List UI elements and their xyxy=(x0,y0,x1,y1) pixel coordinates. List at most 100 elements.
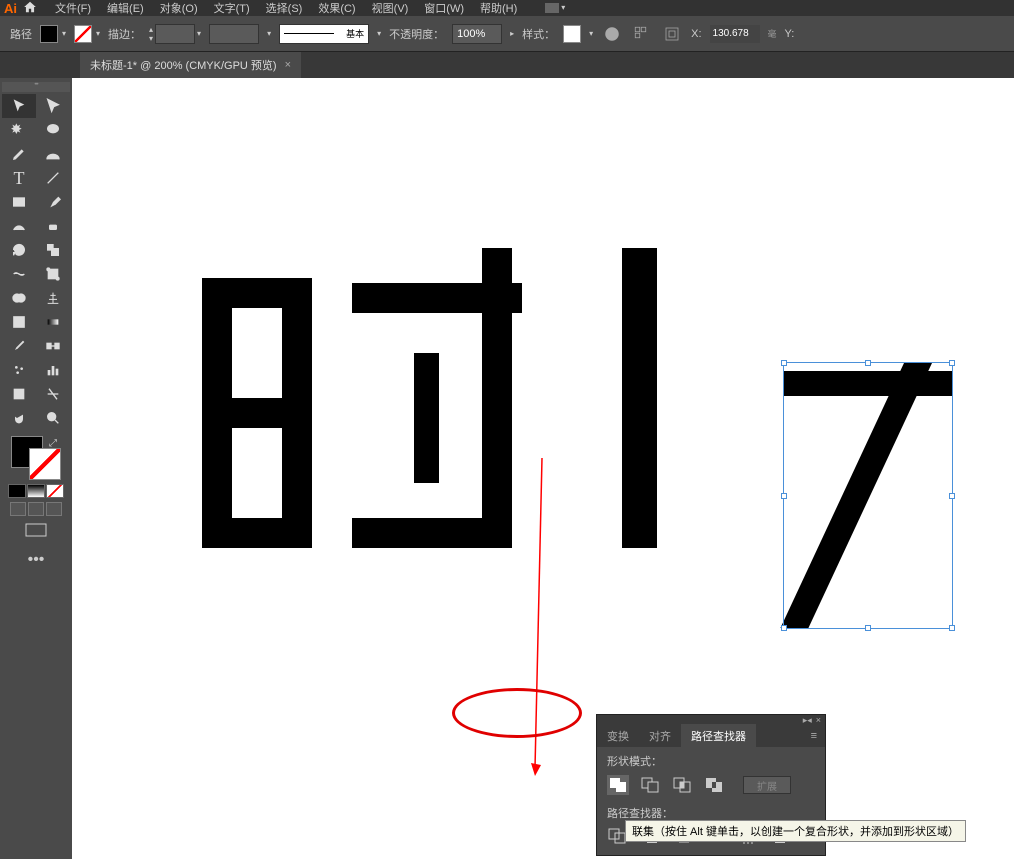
fill-color-swatch[interactable] xyxy=(40,25,58,43)
panel-collapse-icon[interactable]: ▸◂ xyxy=(803,715,812,726)
fill-dropdown-icon[interactable]: ▾ xyxy=(62,29,66,38)
blend-tool[interactable] xyxy=(36,334,70,358)
menu-type[interactable]: 文字(T) xyxy=(206,0,258,16)
resize-handle[interactable] xyxy=(781,625,787,631)
column-graph-tool[interactable] xyxy=(36,358,70,382)
expand-button[interactable]: 扩展 xyxy=(743,776,791,794)
intersect-mode-btn[interactable] xyxy=(671,775,693,795)
resize-handle[interactable] xyxy=(949,493,955,499)
curvature-tool[interactable] xyxy=(36,142,70,166)
stroke-dropdown-icon[interactable]: ▾ xyxy=(96,29,100,38)
resize-handle[interactable] xyxy=(865,360,871,366)
free-transform-tool[interactable] xyxy=(36,262,70,286)
y-label: Y: xyxy=(785,28,795,40)
fill-stroke-indicator[interactable]: ⤢ xyxy=(11,436,61,480)
glyph-shape[interactable] xyxy=(622,248,657,278)
x-label: X: xyxy=(691,28,701,40)
resize-handle[interactable] xyxy=(949,625,955,631)
menu-window[interactable]: 窗口(W) xyxy=(416,0,472,16)
slice-tool[interactable] xyxy=(36,382,70,406)
resize-handle[interactable] xyxy=(781,493,787,499)
width-tool[interactable] xyxy=(2,262,36,286)
style-label: 样式： xyxy=(522,26,555,42)
selected-object[interactable] xyxy=(784,363,952,628)
none-mode-btn[interactable] xyxy=(46,484,64,498)
draw-inside-btn[interactable] xyxy=(46,502,62,516)
menu-select[interactable]: 选择(S) xyxy=(258,0,311,16)
resize-handle[interactable] xyxy=(865,625,871,631)
glyph-shape[interactable] xyxy=(352,518,492,548)
artboard-tool[interactable] xyxy=(2,382,36,406)
eraser-tool[interactable] xyxy=(36,214,70,238)
tab-pathfinder[interactable]: 路径查找器 xyxy=(681,724,756,748)
menu-view[interactable]: 视图(V) xyxy=(364,0,417,16)
tab-align[interactable]: 对齐 xyxy=(639,724,681,748)
shape-builder-tool[interactable] xyxy=(2,286,36,310)
unite-mode-btn[interactable] xyxy=(607,775,629,795)
pen-tool[interactable] xyxy=(2,142,36,166)
draw-normal-btn[interactable] xyxy=(10,502,26,516)
menu-help[interactable]: 帮助(H) xyxy=(472,0,525,16)
brush-definition[interactable]: 基本 xyxy=(279,24,369,44)
recolor-icon[interactable] xyxy=(601,23,623,45)
gradient-tool[interactable] xyxy=(36,310,70,334)
selection-type-label: 路径 xyxy=(10,26,32,42)
tab-close-icon[interactable]: × xyxy=(285,59,291,71)
gradient-mode-btn[interactable] xyxy=(27,484,45,498)
scale-tool[interactable] xyxy=(36,238,70,262)
line-segment-tool[interactable] xyxy=(36,166,70,190)
mesh-tool[interactable] xyxy=(2,310,36,334)
draw-behind-btn[interactable] xyxy=(28,502,44,516)
rectangle-tool[interactable] xyxy=(2,190,36,214)
document-tab-bar: 未标题-1* @ 200% (CMYK/GPU 预览) × xyxy=(0,52,1014,78)
menu-effect[interactable]: 效果(C) xyxy=(310,0,363,16)
edit-toolbar-btn[interactable]: ••• xyxy=(4,551,68,569)
symbol-sprayer-tool[interactable] xyxy=(2,358,36,382)
swap-fill-stroke-icon[interactable]: ⤢ xyxy=(49,438,57,449)
transform-panel-icon[interactable] xyxy=(661,23,683,45)
panel-menu-icon[interactable]: ≡ xyxy=(803,730,825,742)
magic-wand-tool[interactable] xyxy=(2,118,36,142)
opacity-input[interactable] xyxy=(452,24,502,44)
resize-handle[interactable] xyxy=(949,360,955,366)
hand-tool[interactable] xyxy=(2,406,36,430)
variable-width-profile[interactable] xyxy=(209,24,259,44)
glyph-shape[interactable] xyxy=(482,248,512,548)
lasso-tool[interactable] xyxy=(36,118,70,142)
paintbrush-tool[interactable] xyxy=(36,190,70,214)
minus-front-mode-btn[interactable] xyxy=(639,775,661,795)
selection-tool[interactable] xyxy=(2,94,36,118)
screen-mode-btn[interactable] xyxy=(4,522,68,543)
menu-file[interactable]: 文件(F) xyxy=(47,0,99,16)
stroke-width-input[interactable] xyxy=(155,24,195,44)
canvas[interactable]: ▸◂ × 变换 对齐 路径查找器 ≡ 形状模式： xyxy=(72,78,1014,859)
x-coordinate[interactable]: 130.678 xyxy=(710,25,760,43)
tab-transform[interactable]: 变换 xyxy=(597,724,639,748)
stroke-box[interactable] xyxy=(29,448,61,480)
color-mode-btn[interactable] xyxy=(8,484,26,498)
align-panel-icon[interactable] xyxy=(631,23,653,45)
glyph-shape[interactable] xyxy=(414,353,439,483)
pathfinders-label: 路径查找器： xyxy=(607,805,815,821)
type-tool[interactable]: T xyxy=(2,166,36,190)
home-icon[interactable] xyxy=(23,0,37,17)
stroke-width-stepper[interactable]: ▴▾ ▾ xyxy=(149,24,201,44)
stroke-color-swatch[interactable] xyxy=(74,25,92,43)
workspace-switcher[interactable]: ▾ xyxy=(545,3,565,13)
glyph-shape[interactable] xyxy=(202,278,312,548)
shaper-tool[interactable] xyxy=(2,214,36,238)
eyedropper-tool[interactable] xyxy=(2,334,36,358)
direct-selection-tool[interactable] xyxy=(36,94,70,118)
zoom-tool[interactable] xyxy=(36,406,70,430)
menu-object[interactable]: 对象(O) xyxy=(152,0,206,16)
menu-edit[interactable]: 编辑(E) xyxy=(99,0,152,16)
perspective-grid-tool[interactable] xyxy=(36,286,70,310)
document-tab[interactable]: 未标题-1* @ 200% (CMYK/GPU 预览) × xyxy=(80,52,301,78)
resize-handle[interactable] xyxy=(781,360,787,366)
tool-panel-grip[interactable] xyxy=(2,82,70,92)
exclude-mode-btn[interactable] xyxy=(703,775,725,795)
graphic-style-swatch[interactable] xyxy=(563,25,581,43)
glyph-shape[interactable] xyxy=(622,278,657,548)
panel-close-icon[interactable]: × xyxy=(816,715,821,725)
rotate-tool[interactable] xyxy=(2,238,36,262)
